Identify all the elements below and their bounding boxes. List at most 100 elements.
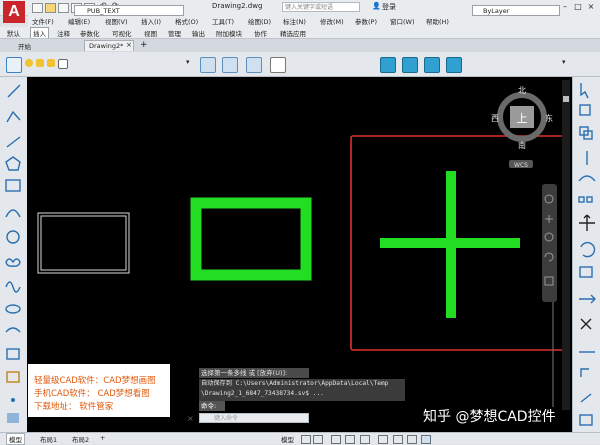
promo-line-3: 下载地址： 软件管家 — [34, 402, 114, 412]
ellipse-icon — [5, 304, 21, 314]
tab-addins[interactable]: 附加模块 — [216, 28, 242, 38]
menu-dimension[interactable]: 标注(N) — [283, 16, 306, 26]
polygon-icon — [5, 156, 21, 171]
save-icon[interactable] — [58, 3, 69, 13]
promo-line-2: 手机CAD软件： CAD梦想看图 — [34, 389, 150, 399]
edit-block-icon[interactable] — [424, 57, 440, 73]
new-file-icon[interactable] — [32, 3, 43, 13]
draw-tool-icons — [5, 84, 21, 423]
compass-west[interactable]: 西 — [491, 114, 499, 123]
command-history-line-1: 自动保存到 C:\Users\Administrator\AppData\Loc… — [201, 380, 389, 387]
tab-annotate[interactable]: 注释 — [57, 28, 70, 38]
command-label: 命令: — [199, 401, 225, 411]
menu-modify[interactable]: 修改(M) — [320, 16, 344, 26]
app-logo[interactable]: A — [3, 1, 25, 23]
menu-insert[interactable]: 插入(I) — [141, 16, 161, 26]
close-tab-icon[interactable]: × — [126, 41, 132, 49]
search-input[interactable]: 键入关键字或短语 — [282, 2, 360, 12]
linetype-dropdown[interactable]: ByLayer — [472, 5, 560, 16]
polyline-icon — [6, 110, 21, 123]
layer-color-icon[interactable] — [58, 59, 68, 69]
layer-previous-icon[interactable] — [246, 57, 262, 73]
layer-properties-icon[interactable] — [6, 57, 22, 73]
watermark: 知乎 @梦想CAD控件 — [423, 409, 556, 425]
scrollbar-thumb[interactable] — [563, 96, 569, 102]
inner-rectangle[interactable] — [40, 215, 127, 271]
insert-block-icon[interactable] — [380, 57, 396, 73]
maximize-button[interactable]: □ — [573, 2, 583, 12]
green-multiline-rectangle[interactable] — [190, 197, 312, 281]
minimize-button[interactable]: – — [560, 2, 570, 12]
draw-toolbar — [0, 77, 28, 432]
tab-output[interactable]: 输出 — [192, 28, 205, 38]
rotate-icon — [580, 241, 596, 258]
arc-icon — [5, 209, 21, 218]
new-tab-button[interactable]: + — [140, 40, 148, 50]
file-tab-start[interactable]: 开始 — [18, 41, 31, 51]
spline-icon — [5, 281, 21, 293]
promo-box: 轻量级CAD软件：CAD梦想画图 手机CAD软件： CAD梦想看图 下载地址： … — [28, 364, 170, 417]
command-history: 自动保存到 C:\Users\Administrator\AppData\Loc… — [199, 379, 405, 401]
chevron-down-icon[interactable]: ▾ — [562, 58, 566, 66]
menu-edit[interactable]: 编辑(E) — [68, 16, 90, 26]
close-button[interactable]: × — [586, 2, 596, 12]
layer-on-icon[interactable] — [25, 59, 33, 67]
layer-freeze-icon[interactable] — [36, 59, 44, 67]
compass-south[interactable]: 南 — [518, 140, 526, 150]
menu-window[interactable]: 窗口(W) — [390, 16, 415, 26]
fillet-icon — [580, 368, 589, 377]
menu-view[interactable]: 视图(V) — [105, 16, 128, 26]
compass-east[interactable]: 东 — [545, 113, 553, 123]
chevron-down-icon[interactable]: ▾ — [186, 58, 190, 66]
offset-icon — [578, 175, 596, 182]
tab-insert[interactable]: 插入 — [30, 27, 49, 38]
make-current-layer-icon[interactable] — [200, 57, 216, 73]
tab-model[interactable]: 模型 — [6, 433, 25, 445]
stretch-icon — [579, 294, 596, 304]
array-icon — [578, 196, 585, 203]
green-horizontal-bar[interactable] — [380, 238, 520, 248]
command-hint: 选择第一条多线 或 [放弃(U)]: — [199, 368, 309, 378]
menu-draw[interactable]: 绘图(D) — [248, 16, 271, 26]
tab-default[interactable]: 默认 — [7, 28, 20, 38]
point-icon — [11, 398, 15, 402]
login-link[interactable]: 登录 — [382, 2, 396, 12]
tab-visualize[interactable]: 可视化 — [112, 28, 132, 38]
menu-tools[interactable]: 工具(T) — [212, 16, 234, 26]
compass-north[interactable]: 北 — [518, 86, 526, 95]
add-layout-button[interactable]: + — [100, 434, 105, 442]
vertical-scrollbar[interactable] — [562, 80, 570, 410]
menu-format[interactable]: 格式(O) — [175, 16, 198, 26]
menu-help[interactable]: 帮助(H) — [426, 16, 449, 26]
tab-collaborate[interactable]: 协作 — [254, 28, 267, 38]
match-layer-icon[interactable] — [222, 57, 238, 73]
tab-manage[interactable]: 管理 — [168, 28, 181, 38]
open-folder-icon[interactable] — [45, 3, 56, 13]
menu-file[interactable]: 文件(F) — [32, 16, 54, 26]
line-icon — [7, 84, 21, 98]
circle-icon — [6, 230, 20, 244]
ellipse-arc-icon — [5, 327, 21, 333]
close-icon[interactable]: × — [187, 414, 197, 423]
block-attribute-icon[interactable] — [446, 57, 462, 73]
tab-view[interactable]: 视图 — [144, 28, 157, 38]
layer-isolate-icon[interactable] — [270, 57, 286, 73]
layer-lock-icon[interactable] — [47, 59, 55, 67]
tab-featured-apps[interactable]: 精选应用 — [280, 28, 306, 38]
erase-icon — [579, 104, 591, 116]
modify-tool-icons — [578, 83, 596, 426]
command-input[interactable]: 键入命令 — [199, 413, 309, 423]
layer-dropdown[interactable]: PUB_TEXT — [74, 5, 184, 16]
create-block-icon[interactable] — [402, 57, 418, 73]
chamfer-icon — [580, 393, 592, 403]
wcs-label: WCS — [514, 162, 528, 169]
ribbon-tabs: 默认 插入 注释 参数化 可视化 视图 管理 输出 附加模块 协作 精选应用 — [0, 27, 600, 39]
construction-line-icon — [6, 136, 21, 148]
tab-parametric[interactable]: 参数化 — [80, 28, 100, 38]
file-tabs: 开始 Drawing2* × + — [0, 39, 600, 53]
viewcube-top-label[interactable]: 上 — [517, 112, 528, 125]
user-icon[interactable]: 👤 — [372, 2, 381, 10]
menu-parametric[interactable]: 参数(P) — [355, 16, 377, 26]
outer-rectangle[interactable] — [37, 212, 130, 274]
properties-toolbar — [0, 52, 600, 77]
